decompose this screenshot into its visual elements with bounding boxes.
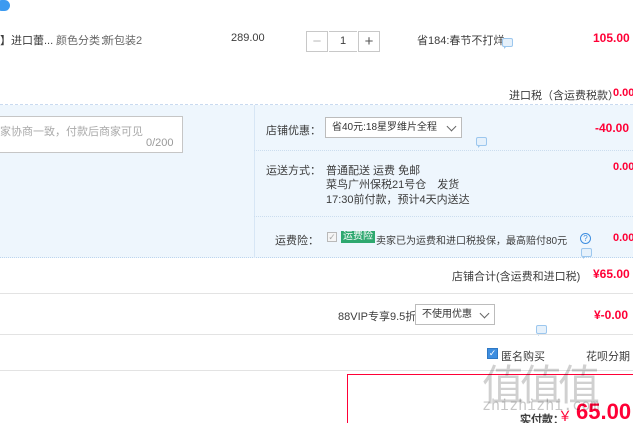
promo-message-icon[interactable] bbox=[502, 37, 513, 49]
freight-insurance-message-icon[interactable] bbox=[581, 247, 593, 259]
quantity-input[interactable]: 1 bbox=[329, 31, 357, 52]
shipping-label: 运送方式： bbox=[266, 165, 321, 177]
shipping-line-2: 菜鸟广州保税21号仓 发货 bbox=[326, 179, 460, 191]
divider bbox=[0, 334, 633, 335]
promo-text: 省184:春节不打烊 bbox=[417, 35, 505, 47]
shipping-value: 0.00 bbox=[613, 161, 633, 173]
shop-total-label: 店铺合计(含运费和进口税) bbox=[452, 271, 581, 283]
buyer-message-counter: 0/200 bbox=[146, 137, 174, 149]
item-row: 】进口蕾... 颜色分类： 新包装2 289.00 − 1 + 省184:春节不… bbox=[0, 0, 633, 52]
freight-insurance-label: 运费险： bbox=[275, 235, 319, 247]
quantity-value: 1 bbox=[339, 35, 347, 47]
help-icon[interactable]: ? bbox=[580, 233, 591, 244]
shop-total-value: ¥65.00 bbox=[593, 267, 630, 281]
shop-discount-message-icon[interactable] bbox=[476, 136, 487, 148]
chevron-down-icon bbox=[479, 308, 490, 319]
quantity-minus-button[interactable]: − bbox=[306, 31, 328, 52]
shop-discount-label: 店铺优惠： bbox=[266, 125, 321, 137]
freight-insurance-value: 0.00 bbox=[613, 232, 633, 244]
freight-insurance-text: 卖家已为运费和进口税投保，最高赔付80元 bbox=[376, 236, 568, 247]
buyer-message-field[interactable]: 家协商一致，付款后商家可见 0/200 bbox=[0, 116, 183, 153]
vip-discount-select[interactable]: 不使用优惠 bbox=[415, 304, 495, 325]
unit-price: 289.00 bbox=[231, 32, 265, 44]
sku-value: 新包装2 bbox=[103, 35, 143, 47]
chevron-down-icon bbox=[446, 121, 457, 132]
panel-row-divider bbox=[254, 150, 633, 151]
panel-row-divider bbox=[254, 216, 633, 217]
import-tax-value: 0.00 bbox=[613, 87, 633, 99]
quantity-plus-button[interactable]: + bbox=[358, 31, 380, 52]
shipping-line-3: 17:30前付款，预计4天内送达 bbox=[326, 194, 470, 206]
vip-discount-selected: 不使用优惠 bbox=[422, 309, 472, 320]
freight-insurance-badge: 运费险 bbox=[341, 231, 375, 243]
freight-insurance-checkbox[interactable]: ✓ bbox=[327, 232, 337, 242]
item-name[interactable]: 】进口蕾... bbox=[0, 32, 53, 48]
buyer-message-placeholder: 家协商一致，付款后商家可见 bbox=[0, 126, 143, 138]
vip-message-icon[interactable] bbox=[536, 324, 548, 336]
shop-discount-selected: 省40元:18星罗维片全程 bbox=[332, 122, 438, 133]
shop-discount-value: -40.00 bbox=[595, 121, 630, 135]
panel-column-divider bbox=[254, 105, 255, 258]
vip-discount-label: 88VIP专享9.5折 bbox=[338, 311, 417, 323]
vip-discount-value: ¥-0.00 bbox=[594, 308, 629, 322]
import-tax-label: 进口税（含运费税款） bbox=[509, 90, 619, 102]
shop-discount-select[interactable]: 省40元:18星罗维片全程 bbox=[325, 117, 462, 138]
item-subtotal: 105.00 bbox=[593, 31, 630, 45]
watermark-url: zhizhizhi.com bbox=[482, 396, 600, 414]
divider bbox=[0, 293, 633, 294]
